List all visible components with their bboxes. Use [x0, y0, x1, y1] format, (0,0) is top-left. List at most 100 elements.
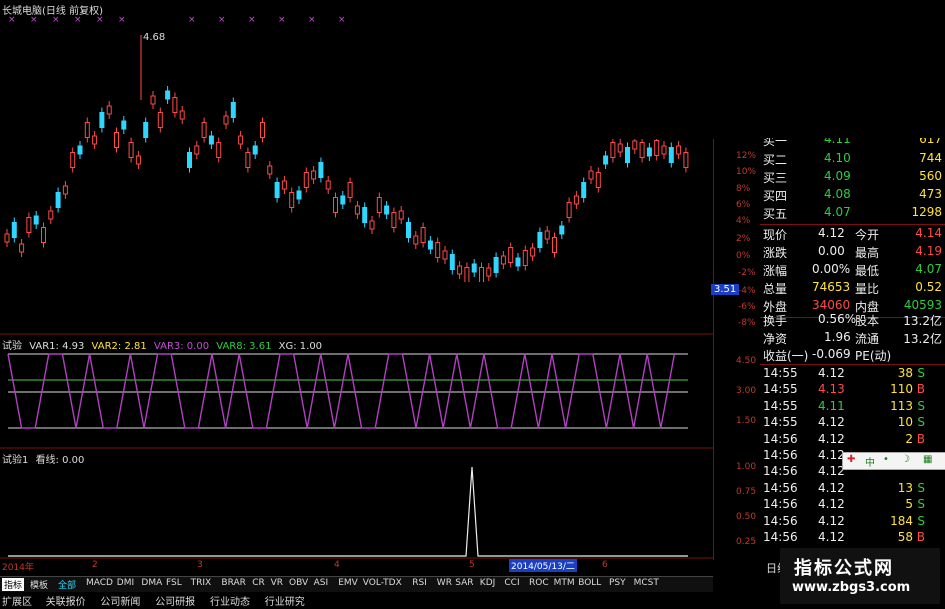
- tab-rsi[interactable]: RSI: [412, 578, 427, 588]
- tab-sar[interactable]: SAR: [455, 578, 473, 588]
- tick-price: 4.12: [818, 366, 845, 380]
- candle: [252, 145, 258, 155]
- stat-value: 1.96: [824, 330, 851, 344]
- tick-row[interactable]: 14:55 4.12 10 S: [760, 415, 945, 433]
- quote-panel: 买一 4.11 617 买二 4.10 744 买三 4.09 560 买四 4…: [760, 0, 945, 575]
- tab-trix[interactable]: TRIX: [191, 578, 212, 588]
- tick-row[interactable]: 14:56 4.12 58 B: [760, 530, 945, 548]
- bid-volume: 473: [919, 187, 942, 201]
- tab-obv[interactable]: OBV: [289, 578, 308, 588]
- candle: [617, 143, 623, 153]
- candle: [442, 250, 448, 260]
- moon-icon[interactable]: ☽: [901, 454, 910, 465]
- indicator2-value: 看线: 0.00: [35, 455, 85, 466]
- tab-mcst[interactable]: MCST: [634, 578, 659, 588]
- tab-brar[interactable]: BRAR: [221, 578, 245, 588]
- stat-row: 收益(一) -0.069 PE(动): [760, 347, 945, 365]
- lang-icon[interactable]: 中: [865, 454, 875, 469]
- tab-kdj[interactable]: KDJ: [480, 578, 496, 588]
- tab-macd[interactable]: MACD: [86, 578, 113, 588]
- tick-time: 14:56: [763, 448, 798, 462]
- tab-wr[interactable]: WR: [437, 578, 452, 588]
- tab-vol-tdx[interactable]: VOL-TDX: [363, 578, 402, 588]
- bid-label: 买一: [763, 138, 788, 148]
- tab-psy[interactable]: PSY: [609, 578, 626, 588]
- tab-roc[interactable]: ROC: [529, 578, 549, 588]
- scale-tick: 1.50: [736, 416, 757, 426]
- punct-icon[interactable]: •: [883, 454, 889, 465]
- candle: [77, 145, 83, 155]
- stat-value: 0.00: [818, 244, 845, 258]
- indicator1-header: 试验 VAR1: 4.93 VAR2: 2.81 VAR3: 0.00 VAR8…: [2, 337, 322, 352]
- tick-side: S: [917, 497, 925, 512]
- ext-tab-0[interactable]: 扩展区: [2, 593, 32, 608]
- signal-mark: ×: [188, 15, 196, 25]
- stat-row: 净资 1.96 流通 13.2亿: [760, 330, 945, 348]
- candle: [48, 210, 54, 220]
- tab-emv[interactable]: EMV: [338, 578, 358, 588]
- tab-模板[interactable]: 模板: [30, 578, 48, 591]
- stat-value: 0.00%: [812, 262, 851, 276]
- indicator2-name: 试验1: [2, 455, 29, 466]
- candle: [267, 165, 273, 175]
- candle: [325, 180, 331, 190]
- keyboard-icon[interactable]: ▦: [923, 454, 932, 465]
- candle: [114, 132, 119, 148]
- tick-price: 4.13: [818, 382, 845, 397]
- ext-tab-2[interactable]: 公司新闻: [100, 593, 140, 608]
- tab-指标[interactable]: 指标: [2, 578, 25, 591]
- indicator2-header: 试验1 看线: 0.00: [2, 451, 84, 466]
- tab-boll[interactable]: BOLL: [578, 578, 601, 588]
- stat-value: 4.14: [915, 226, 942, 240]
- tick-time: 14:56: [763, 431, 798, 446]
- tick-side: B: [916, 382, 925, 397]
- stat-value: -0.069: [812, 347, 851, 361]
- ext-tab-1[interactable]: 关联报价: [46, 593, 86, 608]
- app-icon[interactable]: ✚: [847, 454, 855, 465]
- stat-value: 13.2亿: [903, 314, 942, 328]
- candle: [99, 112, 105, 128]
- stat-label: 涨跌: [763, 246, 788, 260]
- tick-time: 14:56: [763, 480, 798, 495]
- float-toolbar[interactable]: ✚ 中 • ☽ ▦: [842, 452, 945, 470]
- candle: [566, 202, 572, 218]
- candle: [486, 267, 492, 277]
- tick-row[interactable]: 14:56 4.12 13 S: [760, 481, 945, 499]
- signal-mark: ×: [308, 15, 316, 25]
- tab-asi[interactable]: ASI: [314, 578, 329, 588]
- tab-vr[interactable]: VR: [271, 578, 283, 588]
- candle: [143, 122, 149, 138]
- tab-mtm[interactable]: MTM: [554, 578, 575, 588]
- tick-row[interactable]: 14:56 4.12 184 S: [760, 514, 945, 532]
- ext-tab-5[interactable]: 行业研究: [265, 593, 305, 608]
- tick-side: S: [917, 398, 925, 413]
- tick-volume: 13: [897, 480, 913, 495]
- tick-time: 14:55: [763, 366, 798, 380]
- scale-tick: -8%: [738, 318, 756, 328]
- tab-dmi[interactable]: DMI: [117, 578, 134, 588]
- tab-dma[interactable]: DMA: [141, 578, 162, 588]
- tab-cci[interactable]: CCI: [504, 578, 519, 588]
- ext-tab-3[interactable]: 公司研报: [155, 593, 195, 608]
- ext-tab-4[interactable]: 行业动态: [210, 593, 250, 608]
- stat-label: 收益(一): [763, 349, 809, 363]
- tab-fsl[interactable]: FSL: [166, 578, 182, 588]
- scale-tick: 10%: [736, 167, 757, 177]
- chart-title: 长城电脑(日线 前复权): [2, 6, 103, 17]
- tick-row[interactable]: 14:55 4.12 38 S: [760, 366, 945, 384]
- tick-row[interactable]: 14:55 4.11 113 S: [760, 399, 945, 417]
- tick-row[interactable]: 14:56 4.12 2 B: [760, 432, 945, 450]
- tab-cr[interactable]: CR: [252, 578, 265, 588]
- stat-row: 总量 74653 量比 0.52: [760, 280, 945, 298]
- candle: [55, 192, 61, 208]
- candle: [603, 155, 609, 165]
- signal-mark: ×: [338, 15, 346, 25]
- tab-全部[interactable]: 全部: [58, 578, 76, 591]
- scale-tick: 0%: [736, 251, 751, 261]
- tick-row[interactable]: 14:55 4.13 110 B: [760, 382, 945, 400]
- bid-row: 买四 4.08 473: [760, 187, 945, 205]
- watermark-url: www.zbgs3.com: [792, 580, 911, 595]
- xg-value: XG: 1.00: [278, 341, 323, 352]
- tick-row[interactable]: 14:56 4.12 5 S: [760, 497, 945, 515]
- candle: [537, 232, 543, 248]
